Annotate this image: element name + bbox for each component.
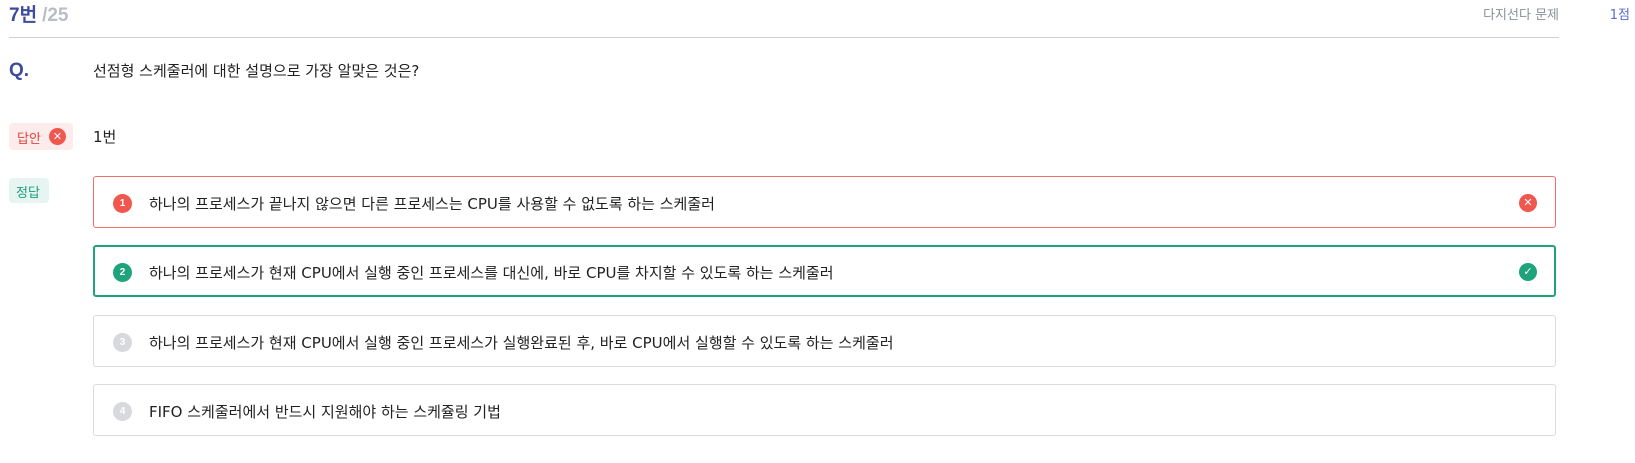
check-circle-icon: ✓ (1519, 263, 1537, 281)
choice-text: 하나의 프로세스가 현재 CPU에서 실행 중인 프로세스를 대신에, 바로 C… (149, 264, 834, 282)
x-circle-icon: ✕ (49, 128, 66, 145)
question-label: Q. (9, 60, 30, 81)
choice-number-badge: 4 (113, 402, 132, 421)
points-label: 1점 (1609, 8, 1630, 23)
question-type-label: 다지선다 문제 (1483, 8, 1559, 23)
question-total: /25 (42, 5, 69, 26)
header-divider (9, 37, 1559, 38)
choice-text: FIFO 스케줄러에서 반드시 지원해야 하는 스케쥴링 기법 (149, 403, 501, 421)
choice-option-4[interactable]: 4 FIFO 스케줄러에서 반드시 지원해야 하는 스케쥴링 기법 (93, 384, 1556, 436)
choice-number-badge: 3 (113, 333, 132, 352)
choice-option-3[interactable]: 3 하나의 프로세스가 현재 CPU에서 실행 중인 프로세스가 실행완료된 후… (93, 315, 1556, 367)
question-number-current: 7번 (9, 5, 38, 26)
choice-number-badge: 1 (113, 194, 132, 213)
question-text: 선점형 스케줄러에 대한 설명으로 가장 알맞은 것은? (93, 62, 420, 80)
choice-option-1[interactable]: 1 하나의 프로세스가 끝나지 않으면 다른 프로세스는 CPU를 사용할 수 … (93, 176, 1556, 228)
correct-answer-badge: 정답 (9, 178, 49, 203)
answer-value: 1번 (93, 128, 117, 146)
x-circle-icon: ✕ (1519, 194, 1537, 212)
choice-text: 하나의 프로세스가 끝나지 않으면 다른 프로세스는 CPU를 사용할 수 없도… (149, 195, 715, 213)
question-number: 7번/25 (9, 0, 68, 27)
choice-option-2[interactable]: 2 하나의 프로세스가 현재 CPU에서 실행 중인 프로세스를 대신에, 바로… (93, 245, 1556, 297)
choice-text: 하나의 프로세스가 현재 CPU에서 실행 중인 프로세스가 실행완료된 후, … (149, 334, 894, 352)
correct-answer-label: 정답 (16, 186, 40, 201)
answer-badge: 답안 ✕ (9, 123, 73, 150)
answer-label: 답안 (17, 132, 41, 147)
question-header: 7번/25 다지선다 문제 1점 (0, 0, 1635, 38)
choice-number-badge: 2 (113, 263, 132, 282)
